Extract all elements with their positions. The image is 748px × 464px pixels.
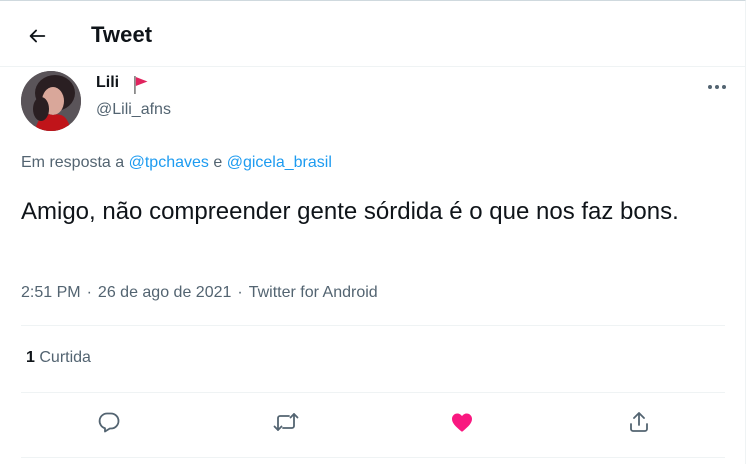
tweet-date[interactable]: 26 de ago de 2021 [98,284,231,301]
divider [21,325,725,326]
share-upload-icon [630,412,648,432]
page-header: Tweet [0,1,746,67]
reply-prefix: Em resposta a [21,154,125,171]
divider [21,457,725,458]
meta-separator: · [237,284,243,301]
heart-filled-icon [452,413,472,432]
more-horizontal-icon [708,85,726,89]
tweet-time[interactable]: 2:51 PM [21,284,81,301]
author-handle[interactable]: @Lili_afns [96,101,171,119]
author-name[interactable]: Lili [96,74,119,92]
likes-count: 1 [26,349,35,366]
avatar[interactable] [21,71,81,131]
tweet-text: Amigo, não compreender gente sórdida é o… [21,198,679,225]
divider [21,392,725,393]
back-button[interactable] [20,19,54,53]
share-button[interactable] [622,405,656,439]
page-title: Tweet [91,22,153,47]
tweet-meta: 2:51 PM · 26 de ago de 2021 · Twitter for An… [21,284,378,302]
avatar-image [21,71,81,131]
reply-conjunction: e [213,154,223,171]
mention-link-gicela-brasil[interactable]: @gicela_brasil [227,154,332,171]
retweet-icon [273,413,299,431]
tweet-source[interactable]: Twitter for Android [249,284,378,301]
reply-context: Em resposta a @tpchaves e @gicela_brasil [21,154,332,172]
more-options-button[interactable] [700,73,734,101]
red-flag-icon [134,76,148,94]
like-button[interactable] [445,405,479,439]
meta-separator: · [86,284,92,301]
likes-label: Curtida [39,349,91,366]
likes-stat[interactable]: 1 Curtida [26,349,91,367]
retweet-button[interactable] [269,405,303,439]
tweet-page: Tweet Lili @Lili_afns Em resposta a @tpc… [0,0,746,464]
reply-bubble-icon [98,412,120,433]
arrow-left-icon [29,29,46,43]
reply-button[interactable] [92,405,126,439]
mention-link-tpchaves[interactable]: @tpchaves [129,154,209,171]
